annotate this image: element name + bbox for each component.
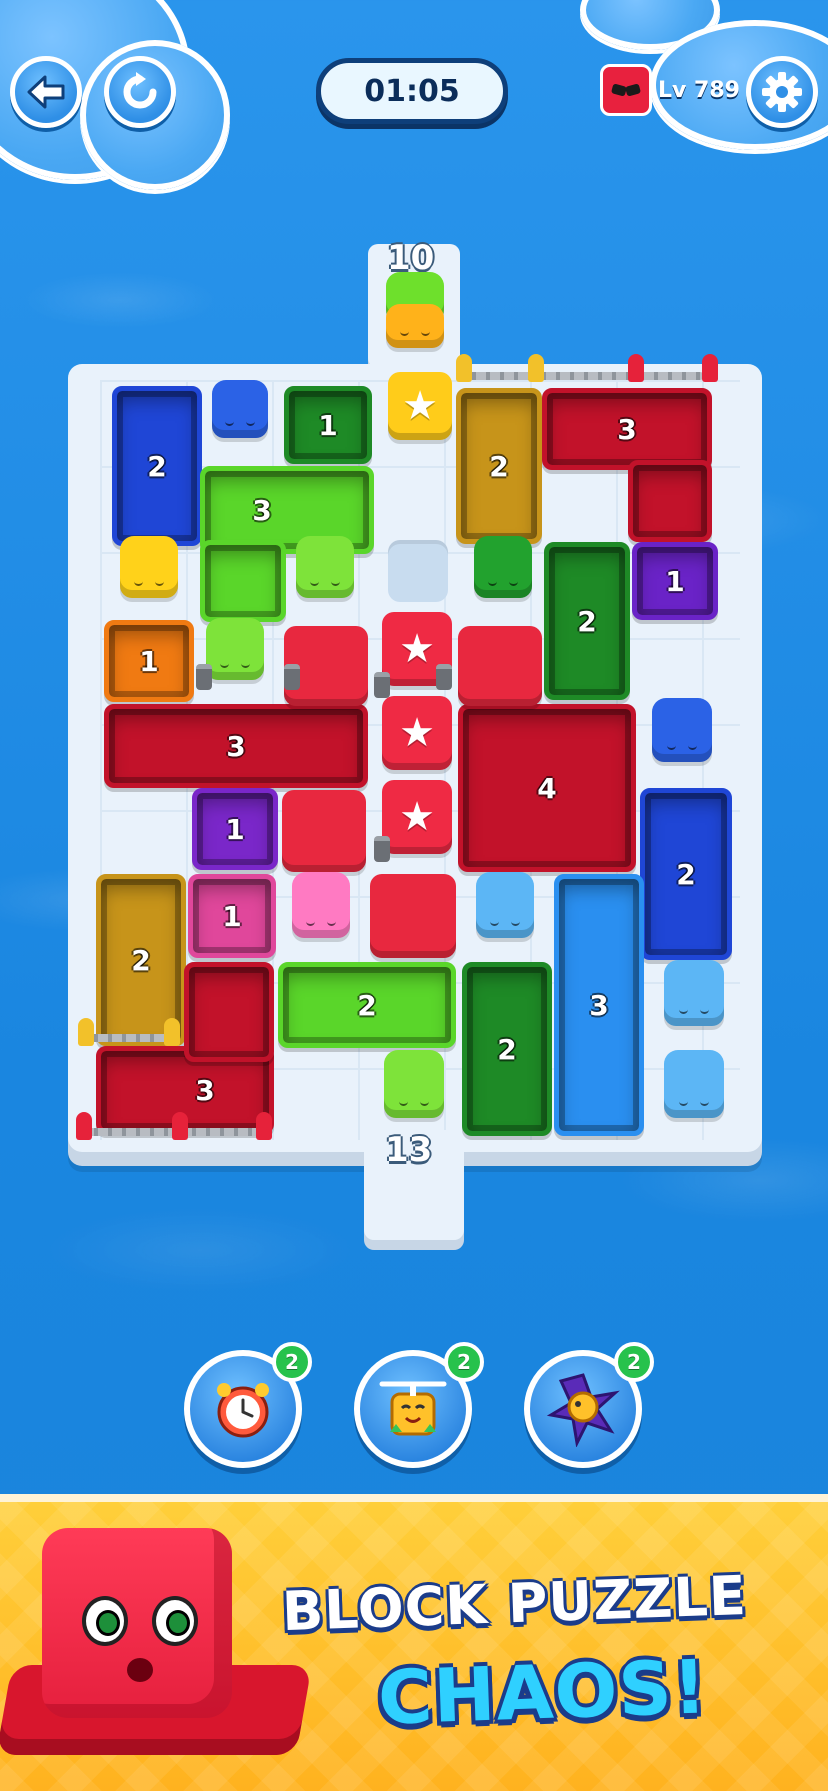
avatar <box>600 64 652 116</box>
block-darkgreen-2-b[interactable]: 2 <box>462 962 552 1136</box>
block-count: 2 <box>357 988 377 1022</box>
chain-post-gold <box>164 1018 180 1046</box>
propeller-cube-icon <box>379 1381 447 1436</box>
chain-post-gold <box>456 354 472 382</box>
block-red-3-star[interactable]: 3 <box>104 704 368 788</box>
bottom-gate-count: 13 <box>385 1130 433 1170</box>
blob-blue[interactable] <box>212 380 268 438</box>
settings-button[interactable] <box>746 56 818 128</box>
block-count: 2 <box>131 943 151 977</box>
blob-blue[interactable] <box>652 698 712 762</box>
chain-post-red <box>628 354 644 382</box>
timer: 01:05 <box>316 58 508 124</box>
restart-button[interactable] <box>104 56 176 128</box>
chain-post-red <box>702 354 718 382</box>
gear-icon <box>762 72 802 112</box>
block-count: 3 <box>226 729 246 763</box>
star-tile-yellow[interactable]: ★ <box>388 372 452 440</box>
blob-lime[interactable] <box>296 536 354 598</box>
block-count: 1 <box>222 899 242 933</box>
star-icon: ★ <box>399 626 435 672</box>
star-burst-icon <box>546 1373 620 1447</box>
chain-barrier <box>462 372 704 380</box>
blocker-post <box>196 664 212 690</box>
block-purple-1[interactable]: 1 <box>632 542 718 620</box>
block-darkgreen-2[interactable]: 2 <box>544 542 630 700</box>
level-indicator: Lv 789 <box>600 60 740 120</box>
block-gold-2[interactable]: 2 <box>456 388 542 544</box>
block-purple-1-b[interactable]: 1 <box>192 788 278 870</box>
chain-post-red <box>172 1112 188 1140</box>
back-arrow-icon <box>27 75 65 109</box>
star-icon: ★ <box>399 794 435 840</box>
block-count: 3 <box>617 412 637 446</box>
block-skyblue-3[interactable]: 3 <box>554 874 644 1136</box>
block-count: 1 <box>665 564 685 598</box>
blob-yellow[interactable] <box>120 536 178 598</box>
star-tile-red[interactable]: ★ <box>382 696 452 770</box>
block-count: 1 <box>225 812 245 846</box>
blob-skyblue[interactable] <box>476 872 534 938</box>
block-count: 3 <box>252 493 272 527</box>
block-pink-1[interactable]: 1 <box>188 874 276 958</box>
level-label: Lv 789 <box>658 77 740 103</box>
block-darkgreen-1[interactable]: 1 <box>284 386 372 464</box>
red-tile <box>282 790 366 872</box>
blocker-post <box>374 836 390 862</box>
red-tile <box>370 874 456 958</box>
alarm-clock-icon <box>217 1383 269 1438</box>
block-count: 1 <box>139 644 159 678</box>
banner-title-line2: CHAOS! <box>376 1644 709 1742</box>
block-red-3[interactable]: 3 <box>542 388 712 470</box>
block-count: 2 <box>497 1032 517 1066</box>
back-button[interactable] <box>10 56 82 128</box>
blocker-post <box>284 664 300 690</box>
blob-skyblue[interactable] <box>664 960 724 1026</box>
red-tile <box>458 626 542 706</box>
blob-darkgreen[interactable] <box>474 536 532 598</box>
block-count: 2 <box>489 449 509 483</box>
star-icon: ★ <box>402 383 438 429</box>
gate-blob-orange[interactable] <box>386 304 444 348</box>
booster-count-badge: 2 <box>614 1342 654 1382</box>
blob-pink[interactable] <box>292 872 350 938</box>
block-red-4-star[interactable]: 4 <box>458 704 636 872</box>
empty-slot <box>388 540 448 602</box>
block-count: 2 <box>147 449 167 483</box>
chain-post-gold <box>78 1018 94 1046</box>
block-red-3-tail[interactable] <box>628 460 712 542</box>
block-red-3-b-top[interactable] <box>184 962 274 1062</box>
block-lime-3-tail[interactable] <box>200 540 286 622</box>
booster-count-badge: 2 <box>272 1342 312 1382</box>
star-tile-red[interactable]: ★ <box>382 780 452 854</box>
blob-skyblue[interactable] <box>664 1050 724 1118</box>
chain-post-red <box>256 1112 272 1140</box>
block-count: 4 <box>537 771 557 805</box>
block-count: 2 <box>577 604 597 638</box>
chain-barrier <box>84 1034 176 1042</box>
chain-post-red <box>76 1112 92 1140</box>
block-count: 1 <box>318 408 338 442</box>
blob-lime[interactable] <box>384 1050 444 1118</box>
star-icon: ★ <box>399 710 435 756</box>
blob-lime[interactable] <box>206 618 264 680</box>
chain-post-gold <box>528 354 544 382</box>
block-lime-2[interactable]: 2 <box>278 962 456 1048</box>
restart-icon <box>123 72 157 109</box>
blocker-post <box>374 672 390 698</box>
mascot-red-cube <box>42 1528 232 1718</box>
block-count: 2 <box>676 857 696 891</box>
booster-count-badge: 2 <box>444 1342 484 1382</box>
blocker-post <box>436 664 452 690</box>
block-count: 3 <box>195 1073 215 1107</box>
block-blue-2[interactable]: 2 <box>112 386 202 546</box>
block-count: 3 <box>589 988 609 1022</box>
block-blue-2-b[interactable]: 2 <box>640 788 732 960</box>
block-orange-1[interactable]: 1 <box>104 620 194 702</box>
